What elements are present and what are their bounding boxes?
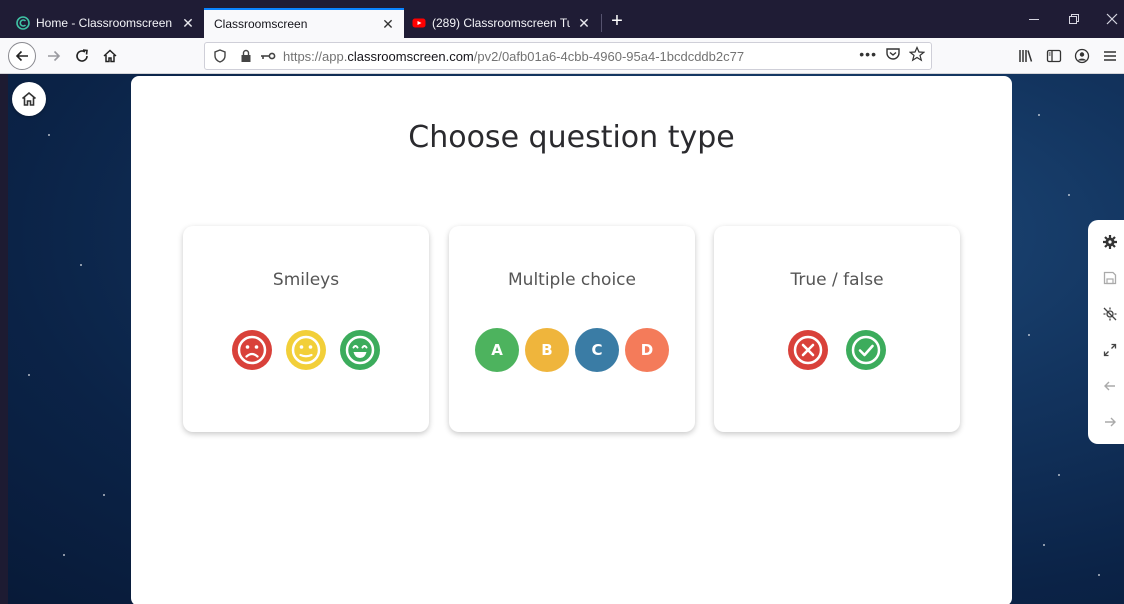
redo-button[interactable] — [1096, 408, 1124, 436]
arrow-right-icon — [1105, 417, 1116, 427]
tab-label: Home - Classroomscreen — [36, 16, 173, 30]
choose-question-type-dialog: Choose question type Smileys Multiple ch… — [131, 76, 1012, 604]
save-icon — [1103, 271, 1117, 285]
option-c-badge: C — [575, 328, 619, 372]
false-cross-icon — [788, 330, 828, 370]
question-type-card-multiple-choice[interactable]: Multiple choice A B C D — [449, 226, 695, 432]
tab-youtube-tutorial[interactable]: (289) Classroomscreen Tutorial ✕ — [404, 8, 600, 38]
dialog-title: Choose question type — [408, 120, 735, 155]
forward-button[interactable] — [40, 42, 68, 70]
home-button[interactable] — [96, 42, 124, 70]
hide-background-icon — [1103, 307, 1117, 321]
sidebar-toggle-button[interactable] — [1040, 42, 1068, 70]
option-b-badge: B — [525, 328, 569, 372]
tracking-protection-shield-icon[interactable] — [209, 45, 231, 67]
bookmark-star-icon[interactable] — [909, 46, 925, 62]
youtube-favicon-icon — [412, 18, 426, 28]
url-text[interactable]: https://app.classroomscreen.com/pv2/0afb… — [283, 49, 744, 64]
card-label: Smileys — [272, 270, 340, 290]
url-bar[interactable]: https://app.classroomscreen.com/pv2/0afb… — [204, 42, 932, 70]
key-icon[interactable] — [257, 45, 279, 67]
hamburger-menu-icon — [1104, 51, 1116, 61]
save-button[interactable] — [1096, 264, 1124, 292]
tab-classroomscreen[interactable]: Classroomscreen ✕ — [204, 8, 404, 38]
close-icon — [1106, 13, 1118, 25]
question-type-card-smileys[interactable]: Smileys — [183, 226, 429, 432]
new-tab-button[interactable]: + — [606, 8, 628, 34]
tab-label: Classroomscreen — [214, 17, 308, 31]
arrow-left-icon — [1104, 381, 1115, 391]
back-button[interactable] — [8, 42, 36, 70]
app-home-button[interactable] — [12, 82, 46, 116]
card-label: True / false — [790, 270, 884, 290]
option-a-badge: A — [475, 328, 519, 372]
question-type-card-true-false[interactable]: True / false — [714, 226, 960, 432]
classroomscreen-page: Choose question type Smileys Multiple ch… — [8, 74, 1124, 604]
home-icon — [103, 49, 117, 63]
tab-label: (289) Classroomscreen Tutorial — [432, 16, 570, 30]
restore-icon — [1069, 14, 1079, 24]
tab-separator — [601, 14, 602, 32]
true-check-icon — [846, 330, 886, 370]
arrow-right-icon — [48, 50, 61, 62]
close-tab-icon[interactable]: ✕ — [380, 16, 396, 32]
account-icon — [1074, 48, 1090, 64]
pocket-icon[interactable] — [885, 46, 901, 62]
url-prefix: https://app. — [283, 48, 348, 64]
url-domain: classroomscreen.com — [347, 48, 474, 64]
reload-icon — [76, 49, 88, 62]
tab-home-classroomscreen[interactable]: Home - Classroomscreen ✕ — [8, 8, 204, 38]
close-window-button[interactable] — [1090, 0, 1124, 38]
neutral-face-icon — [286, 330, 326, 370]
close-tab-icon[interactable]: ✕ — [576, 15, 592, 31]
undo-button[interactable] — [1096, 372, 1124, 400]
minimize-icon — [1029, 19, 1039, 20]
classroomscreen-favicon-icon — [16, 16, 30, 30]
url-path: /pv2/0afb01a6-4cbb-4960-95a4-1bcdcddb2c7… — [473, 48, 745, 64]
sidebar-icon — [1046, 49, 1062, 63]
home-icon — [21, 91, 37, 106]
fullscreen-button[interactable] — [1096, 336, 1124, 364]
account-button[interactable] — [1068, 42, 1096, 70]
toggle-background-button[interactable] — [1096, 300, 1124, 328]
expand-icon — [1103, 343, 1117, 357]
navigation-toolbar: https://app.classroomscreen.com/pv2/0afb… — [0, 38, 1124, 74]
page-actions-icon[interactable]: ••• — [859, 46, 877, 62]
happy-face-icon — [340, 330, 380, 370]
close-tab-icon[interactable]: ✕ — [180, 15, 196, 31]
library-icon — [1019, 50, 1033, 62]
sad-face-icon — [232, 330, 272, 370]
option-d-badge: D — [625, 328, 669, 372]
reload-button[interactable] — [68, 42, 96, 70]
side-toolbar — [1088, 220, 1124, 444]
arrow-left-icon — [15, 50, 28, 62]
settings-button[interactable] — [1096, 228, 1124, 256]
library-button[interactable] — [1012, 42, 1040, 70]
card-label: Multiple choice — [508, 270, 636, 290]
lock-icon[interactable] — [235, 45, 257, 67]
gear-icon — [1103, 235, 1117, 249]
menu-button[interactable] — [1096, 42, 1124, 70]
minimize-window-button[interactable] — [1012, 0, 1056, 38]
tab-strip: Home - Classroomscreen ✕ Classroomscreen… — [0, 0, 1124, 38]
